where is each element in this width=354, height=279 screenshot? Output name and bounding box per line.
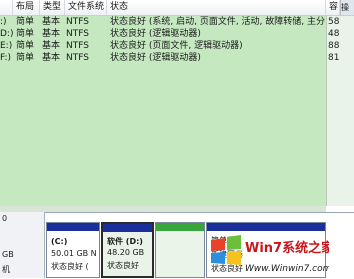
- column-header-filesystem[interactable]: 文件系统: [65, 0, 107, 15]
- column-header-type[interactable]: 类型: [40, 0, 65, 15]
- column-header-row: 布局 类型 文件系统 状态 容 操: [0, 0, 354, 16]
- volume-layout: 简单: [16, 17, 35, 27]
- volume-type: 基本: [42, 41, 61, 51]
- volume-type: 基本: [42, 29, 61, 39]
- partition-status: 状态良好 (: [51, 262, 89, 271]
- partition-size: 48.20 GB: [107, 248, 145, 257]
- volume-row[interactable]: F:) 简单 基本 NTFS 状态良好 (逻辑驱动器): [0, 52, 326, 64]
- volume-capacity: 88: [328, 41, 340, 51]
- volume-filesystem: NTFS: [66, 29, 89, 39]
- partition-d[interactable]: 软件 (D:) 48.20 GB 状态良好: [101, 222, 154, 278]
- partition-size: 50.01 GB N: [51, 249, 97, 258]
- volume-row[interactable]: E:) 简单 基本 NTFS 状态良好 (页面文件, 逻辑驱动器): [0, 40, 326, 52]
- disk-size-unit: GB: [2, 250, 14, 259]
- volume-name: :): [0, 17, 7, 27]
- partition-status: 状态良好: [107, 261, 139, 270]
- volume-capacity: 81: [328, 53, 340, 63]
- column-header-status[interactable]: 状态: [107, 0, 326, 15]
- volume-filesystem: NTFS: [66, 41, 89, 51]
- volume-status: 状态良好 (系统, 启动, 页面文件, 活动, 故障转储, 主分区): [110, 17, 325, 27]
- volume-layout: 简单: [16, 53, 35, 63]
- partition-bar: [103, 224, 152, 232]
- windows-flag-icon: [211, 235, 241, 265]
- partition-title: (C:): [51, 237, 68, 246]
- watermark-url: Www.Winwin7.com: [245, 264, 329, 274]
- volume-capacity: 58: [328, 17, 340, 27]
- volume-list: :) 简单 基本 NTFS 状态良好 (系统, 启动, 页面文件, 活动, 故障…: [0, 16, 326, 206]
- volume-status: 状态良好 (逻辑驱动器): [110, 29, 201, 39]
- volume-status: 状态良好 (逻辑驱动器): [110, 53, 201, 63]
- volume-type: 基本: [42, 17, 61, 27]
- volume-layout: 简单: [16, 41, 35, 51]
- disk-type: 机: [2, 265, 10, 274]
- volume-name: E:): [0, 41, 13, 51]
- disk-number: 0: [2, 214, 8, 223]
- partition-e[interactable]: [155, 222, 205, 278]
- volume-type: 基本: [42, 53, 61, 63]
- volume-status: 状态良好 (页面文件, 逻辑驱动器): [110, 41, 243, 51]
- watermark-brand: Win7系统之家: [245, 240, 329, 256]
- partition-title: 软件 (D:): [107, 237, 143, 246]
- disk-label[interactable]: 0 GB 机: [0, 212, 45, 278]
- volume-row[interactable]: D:) 简单 基本 NTFS 状态良好 (逻辑驱动器): [0, 28, 326, 40]
- volume-row[interactable]: :) 简单 基本 NTFS 状态良好 (系统, 启动, 页面文件, 活动, 故障…: [0, 16, 326, 28]
- column-header-capacity[interactable]: 容: [326, 0, 340, 15]
- partition-c[interactable]: (C:) 50.01 GB N 状态良好 (: [46, 222, 100, 278]
- partition-bar: [47, 223, 99, 231]
- volume-layout: 简单: [16, 29, 35, 39]
- volume-filesystem: NTFS: [66, 17, 89, 27]
- volume-name: F:): [0, 53, 12, 63]
- actions-pane-header[interactable]: 操: [340, 0, 354, 15]
- column-header-layout[interactable]: 布局: [13, 0, 40, 15]
- volume-filesystem: NTFS: [66, 53, 89, 63]
- win7-watermark-logo: Win7系统之家 Www.Winwin7.com: [211, 235, 329, 274]
- volume-name: D:): [0, 29, 14, 39]
- column-header-volume[interactable]: [0, 0, 13, 15]
- partition-bar: [156, 223, 204, 231]
- volume-capacity: 48: [328, 29, 340, 39]
